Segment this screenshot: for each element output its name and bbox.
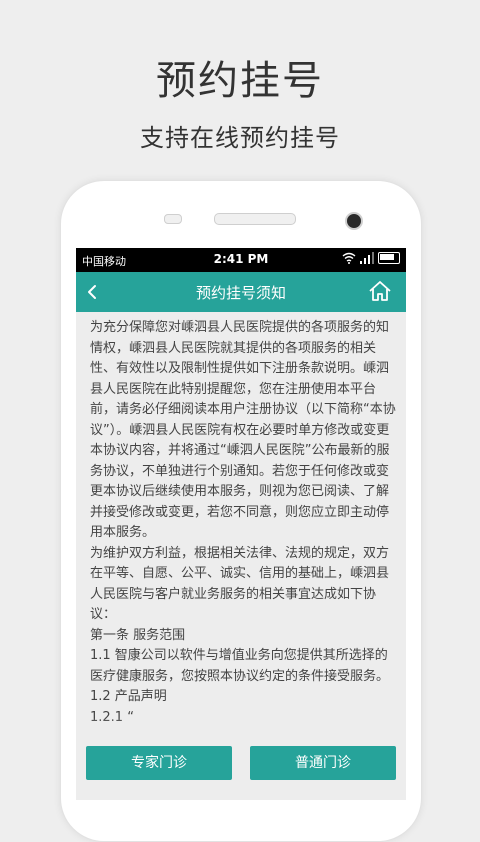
signal-icon	[360, 252, 374, 264]
content-fade	[76, 718, 406, 738]
agreement-text: 为充分保障您对嵊泗县人民医院提供的各项服务的知情权，嵊泗县人民医院就其提供的各项…	[90, 320, 396, 725]
status-icons	[342, 252, 400, 264]
promo-subtitle: 支持在线预约挂号	[140, 124, 340, 152]
agreement-content[interactable]: 为充分保障您对嵊泗县人民医院提供的各项服务的知情权，嵊泗县人民医院就其提供的各项…	[76, 312, 406, 736]
phone-screen: 中国移动 2:41 PM 预约挂号须知 为充分保障您对嵊泗县人民医院提供的各项服…	[76, 248, 406, 800]
phone-sensor	[164, 214, 182, 224]
status-bar: 中国移动 2:41 PM	[76, 248, 406, 272]
battery-icon	[378, 252, 400, 264]
wifi-icon	[342, 252, 356, 264]
phone-speaker	[214, 213, 296, 225]
phone-camera	[345, 212, 363, 230]
general-clinic-button[interactable]: 普通门诊	[250, 746, 396, 780]
nav-bar: 预约挂号须知	[76, 272, 406, 312]
promo-title: 预约挂号	[156, 58, 324, 104]
home-icon[interactable]	[368, 279, 392, 303]
page-title: 预约挂号须知	[195, 284, 286, 302]
expert-clinic-button[interactable]: 专家门诊	[86, 746, 232, 780]
